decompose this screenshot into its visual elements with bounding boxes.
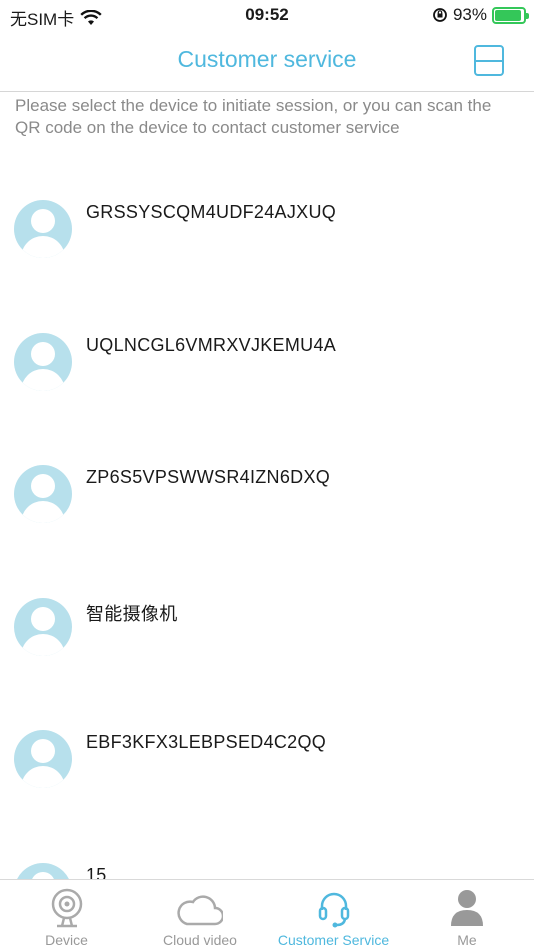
device-list-item[interactable]: ZP6S5VPSWWSR4IZN6DXQ — [0, 430, 534, 562]
device-list-item[interactable]: 15 — [0, 828, 534, 880]
avatar-body — [21, 766, 65, 788]
tab-label: Me — [457, 932, 477, 948]
person-icon — [444, 886, 490, 930]
device-list-item[interactable]: UQLNCGL6VMRXVJKEMU4A — [0, 298, 534, 430]
device-name: EBF3KFX3LEBPSED4C2QQ — [86, 732, 327, 752]
avatar-icon — [14, 465, 72, 523]
device-name: UQLNCGL6VMRXVJKEMU4A — [86, 334, 337, 355]
tab-customer-service[interactable]: Customer Service — [267, 880, 400, 950]
avatar-head — [31, 209, 55, 233]
avatar-body — [21, 501, 65, 523]
battery-fill — [495, 9, 522, 21]
device-name: 智能摄像机 — [86, 603, 178, 624]
status-right: 93% — [432, 5, 529, 25]
tab-label: Cloud video — [163, 932, 237, 948]
tab-cloud-video[interactable]: Cloud video — [134, 880, 267, 950]
camera-icon — [44, 886, 90, 930]
avatar-icon — [14, 332, 72, 391]
scan-icon[interactable] — [474, 45, 504, 76]
device-name: 15 — [86, 864, 107, 880]
tab-me[interactable]: Me — [401, 880, 534, 950]
tab-label: Customer Service — [277, 932, 390, 948]
battery-percent: 93% — [452, 5, 487, 24]
page-title: Customer service — [177, 46, 357, 72]
avatar-head — [31, 871, 55, 879]
status-bar: 无SIM卡 09:52 93% — [0, 0, 534, 30]
device-list-item[interactable]: GRSSYSCQM4UDF24AJXUQ — [0, 165, 534, 297]
avatar-icon — [14, 597, 72, 656]
avatar-head — [31, 606, 55, 631]
avatar-icon — [14, 730, 72, 788]
nav-bar: Customer service — [0, 30, 534, 92]
avatar-body — [21, 633, 65, 656]
avatar-icon — [14, 200, 72, 258]
battery-icon — [492, 6, 529, 24]
device-name: ZP6S5VPSWWSR4IZN6DXQ — [86, 467, 331, 487]
device-list-item[interactable]: 智能摄像机 — [0, 563, 534, 695]
avatar-head — [31, 474, 55, 498]
avatar-body — [21, 368, 65, 391]
avatar-body — [21, 236, 65, 258]
avatar-head — [31, 739, 55, 763]
tab-bar: Device Cloud video Customer Service Me — [0, 879, 534, 950]
tab-label: Device — [45, 932, 88, 948]
tab-device[interactable]: Device — [0, 880, 133, 950]
device-list-item[interactable]: EBF3KFX3LEBPSED4C2QQ — [0, 695, 534, 827]
device-name: GRSSYSCQM4UDF24AJXUQ — [86, 202, 337, 222]
device-list: GRSSYSCQM4UDF24AJXUQ UQLNCGL6VMRXVJKEMU4A… — [0, 165, 534, 879]
avatar-head — [31, 341, 55, 366]
hint-text: Please select the device to initiate ses… — [15, 96, 492, 137]
headset-icon — [311, 886, 357, 930]
orientation-lock-icon — [433, 8, 447, 22]
cloud-icon — [177, 886, 225, 930]
battery-cap — [526, 12, 529, 19]
avatar-icon — [14, 862, 72, 879]
